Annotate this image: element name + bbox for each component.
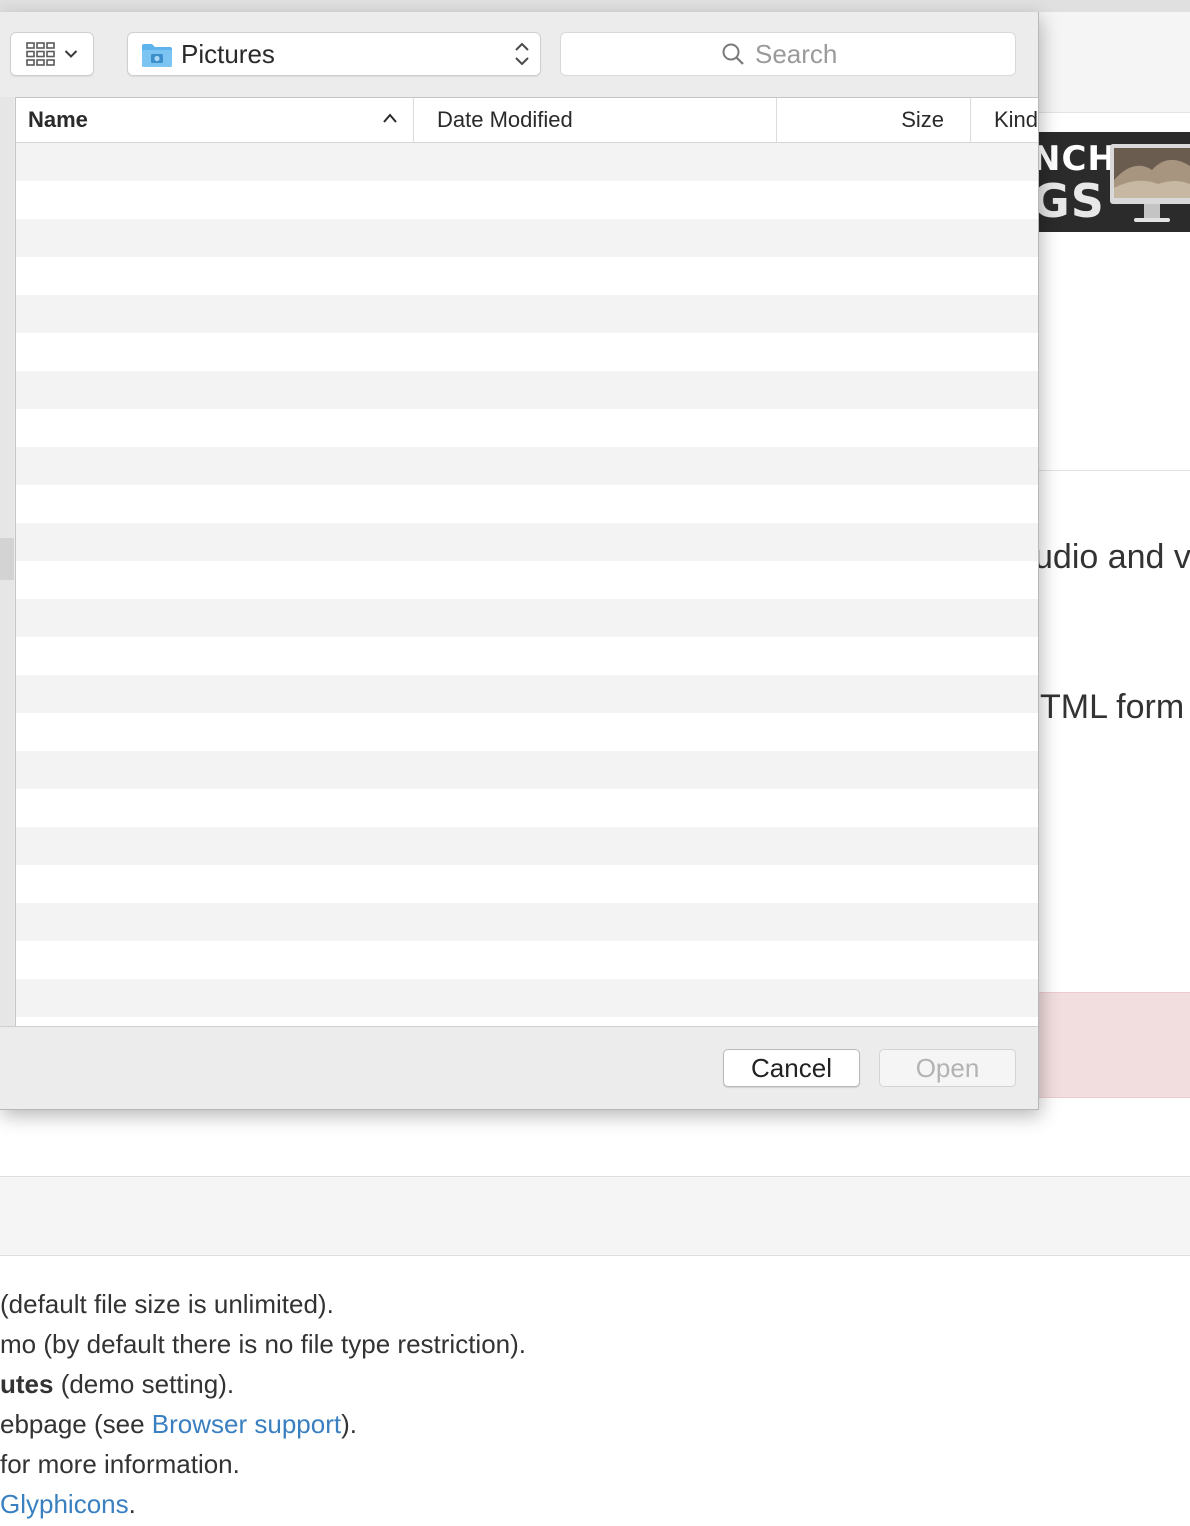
browser-support-link[interactable]: Browser support bbox=[152, 1409, 341, 1439]
imac-icon bbox=[1110, 144, 1190, 222]
empty-row bbox=[16, 561, 1038, 599]
column-date-modified[interactable]: Date Modified bbox=[415, 98, 777, 142]
empty-row bbox=[16, 979, 1038, 1017]
empty-row bbox=[16, 219, 1038, 257]
empty-row bbox=[16, 181, 1038, 219]
page-band bbox=[0, 1176, 1190, 1256]
glyphicons-link[interactable]: Glyphicons bbox=[0, 1489, 129, 1519]
empty-row bbox=[16, 371, 1038, 409]
view-options-button[interactable] bbox=[10, 32, 94, 76]
feature-strong-text: utes bbox=[0, 1369, 54, 1399]
location-label: Pictures bbox=[181, 39, 275, 69]
feature-text: mo (by default there is no file type res… bbox=[0, 1329, 527, 1359]
page-snippet-audio: udio and v bbox=[1034, 538, 1190, 576]
promo-banner[interactable]: NCH GS bbox=[1038, 132, 1190, 232]
file-list[interactable]: Name Date Modified Size Kind bbox=[15, 97, 1038, 1027]
empty-row bbox=[16, 447, 1038, 485]
empty-row bbox=[16, 409, 1038, 447]
feature-text: ). bbox=[341, 1409, 357, 1439]
sidebar-selected-item[interactable] bbox=[0, 538, 14, 580]
file-rows bbox=[16, 143, 1038, 1027]
feature-text: . bbox=[128, 1489, 136, 1519]
feature-text: for more information. bbox=[0, 1449, 240, 1479]
folder-pictures-icon bbox=[142, 44, 172, 67]
feature-item: utes (demo setting). bbox=[0, 1364, 526, 1404]
empty-row bbox=[16, 751, 1038, 789]
empty-row bbox=[16, 143, 1038, 181]
location-popup[interactable]: Pictures bbox=[127, 32, 541, 76]
page-snippet-html: TML form bbox=[1040, 688, 1185, 726]
column-name[interactable]: Name bbox=[16, 98, 414, 142]
column-kind[interactable]: Kind bbox=[972, 98, 1038, 142]
empty-row bbox=[16, 675, 1038, 713]
empty-row bbox=[16, 637, 1038, 675]
empty-row bbox=[16, 827, 1038, 865]
banner-text: NCH GS bbox=[1038, 140, 1117, 224]
feature-item: (default file size is unlimited). bbox=[0, 1284, 526, 1324]
empty-row bbox=[16, 257, 1038, 295]
empty-row bbox=[16, 485, 1038, 523]
banner-line-2: GS bbox=[1038, 174, 1105, 228]
open-button: Open bbox=[879, 1049, 1016, 1087]
feature-item: Glyphicons. bbox=[0, 1484, 526, 1524]
sort-ascending-icon bbox=[383, 113, 397, 123]
search-icon bbox=[722, 43, 744, 65]
column-header-row: Name Date Modified Size Kind bbox=[16, 98, 1038, 143]
section-divider bbox=[1038, 470, 1190, 471]
empty-row bbox=[16, 295, 1038, 333]
sidebar[interactable] bbox=[0, 97, 14, 1026]
cancel-button[interactable]: Cancel bbox=[723, 1049, 860, 1087]
feature-list: (default file size is unlimited). mo (by… bbox=[0, 1284, 526, 1524]
open-file-dialog: Pictures Name Date Modified Size Kind bbox=[0, 12, 1039, 1110]
feature-text: (default file size is unlimited). bbox=[0, 1289, 334, 1319]
empty-row bbox=[16, 599, 1038, 637]
feature-item: mo (by default there is no file type res… bbox=[0, 1324, 526, 1364]
feature-text: ebpage (see bbox=[0, 1409, 152, 1439]
feature-text: (demo setting). bbox=[53, 1369, 235, 1399]
banner-line-1: NCH bbox=[1038, 139, 1117, 179]
feature-item: ebpage (see Browser support). bbox=[0, 1404, 526, 1444]
empty-row bbox=[16, 903, 1038, 941]
search-field[interactable] bbox=[560, 32, 1016, 76]
search-input[interactable] bbox=[755, 38, 855, 70]
updown-chevron-icon bbox=[515, 42, 529, 66]
page-header-area bbox=[1038, 12, 1190, 113]
chevron-down-icon bbox=[64, 50, 78, 58]
empty-row bbox=[16, 523, 1038, 561]
empty-row bbox=[16, 865, 1038, 903]
empty-row bbox=[16, 713, 1038, 751]
alert-box bbox=[1038, 992, 1190, 1098]
empty-row bbox=[16, 789, 1038, 827]
icon-view-grid-icon bbox=[26, 42, 55, 66]
column-name-label: Name bbox=[28, 107, 88, 132]
column-size[interactable]: Size bbox=[778, 98, 971, 142]
feature-item: for more information. bbox=[0, 1444, 526, 1484]
empty-row bbox=[16, 333, 1038, 371]
dialog-footer: Cancel Open bbox=[0, 1026, 1038, 1109]
empty-row bbox=[16, 941, 1038, 979]
